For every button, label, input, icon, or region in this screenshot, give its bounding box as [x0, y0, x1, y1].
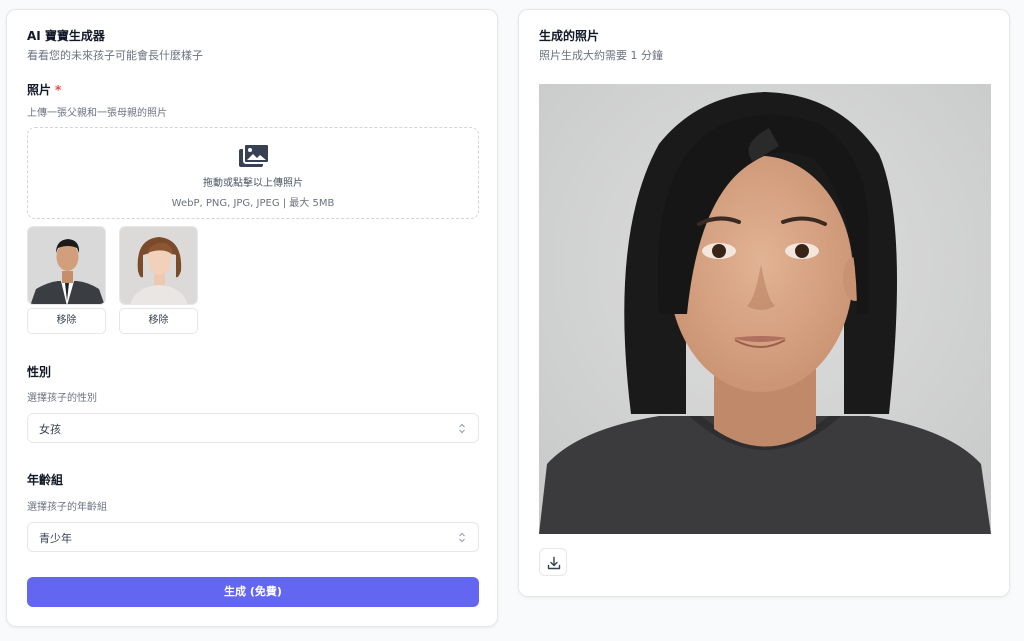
result-title: 生成的照片	[539, 29, 600, 43]
generated-portrait	[539, 84, 991, 534]
remove-mother-photo-button[interactable]: 移除	[119, 308, 198, 334]
download-button[interactable]	[539, 548, 567, 576]
father-photo-thumbnail	[27, 226, 106, 305]
age-group-label: 年齡組	[27, 473, 64, 487]
required-mark: *	[55, 83, 62, 97]
age-group-select[interactable]: 青少年	[27, 522, 479, 552]
photos-label-text: 照片	[27, 83, 52, 97]
gender-hint: 選擇孩子的性別	[27, 393, 97, 404]
result-subtitle: 照片生成大約需要 1 分鐘	[539, 49, 663, 62]
father-photo	[28, 227, 105, 304]
baby-generator-form-card: AI 寶寶生成器 看看您的未來孩子可能會長什麼樣子 照片 * 上傳一張父親和一張母…	[6, 9, 498, 627]
result-card: 生成的照片 照片生成大約需要 1 分鐘	[518, 9, 1010, 597]
dropzone-instruction: 拖動或點擊以上傳照片	[203, 178, 303, 189]
generated-photo	[539, 84, 991, 534]
age-group-hint: 選擇孩子的年齡組	[27, 502, 107, 513]
gender-select-value: 女孩	[39, 423, 61, 436]
form-subtitle: 看看您的未來孩子可能會長什麼樣子	[27, 49, 203, 62]
form-title: AI 寶寶生成器	[27, 29, 105, 43]
age-group-select-value: 青少年	[39, 532, 72, 545]
photos-label: 照片 *	[27, 81, 61, 98]
remove-father-photo-button[interactable]: 移除	[27, 308, 106, 334]
gender-select[interactable]: 女孩	[27, 413, 479, 443]
download-icon	[547, 556, 561, 570]
mother-photo-thumbnail	[119, 226, 198, 305]
dropzone-formats: WebP, PNG, JPG, JPEG | 最大 5MB	[171, 198, 335, 209]
images-icon	[239, 144, 269, 167]
chevron-up-down-icon	[459, 423, 465, 434]
chevron-up-down-icon	[459, 532, 465, 543]
photos-hint: 上傳一張父親和一張母親的照片	[27, 108, 167, 119]
gender-label: 性別	[27, 365, 52, 379]
photo-dropzone[interactable]: 拖動或點擊以上傳照片 WebP, PNG, JPG, JPEG | 最大 5MB	[27, 127, 479, 219]
mother-photo	[120, 227, 197, 304]
generate-button[interactable]: 生成 (免費)	[27, 577, 479, 607]
